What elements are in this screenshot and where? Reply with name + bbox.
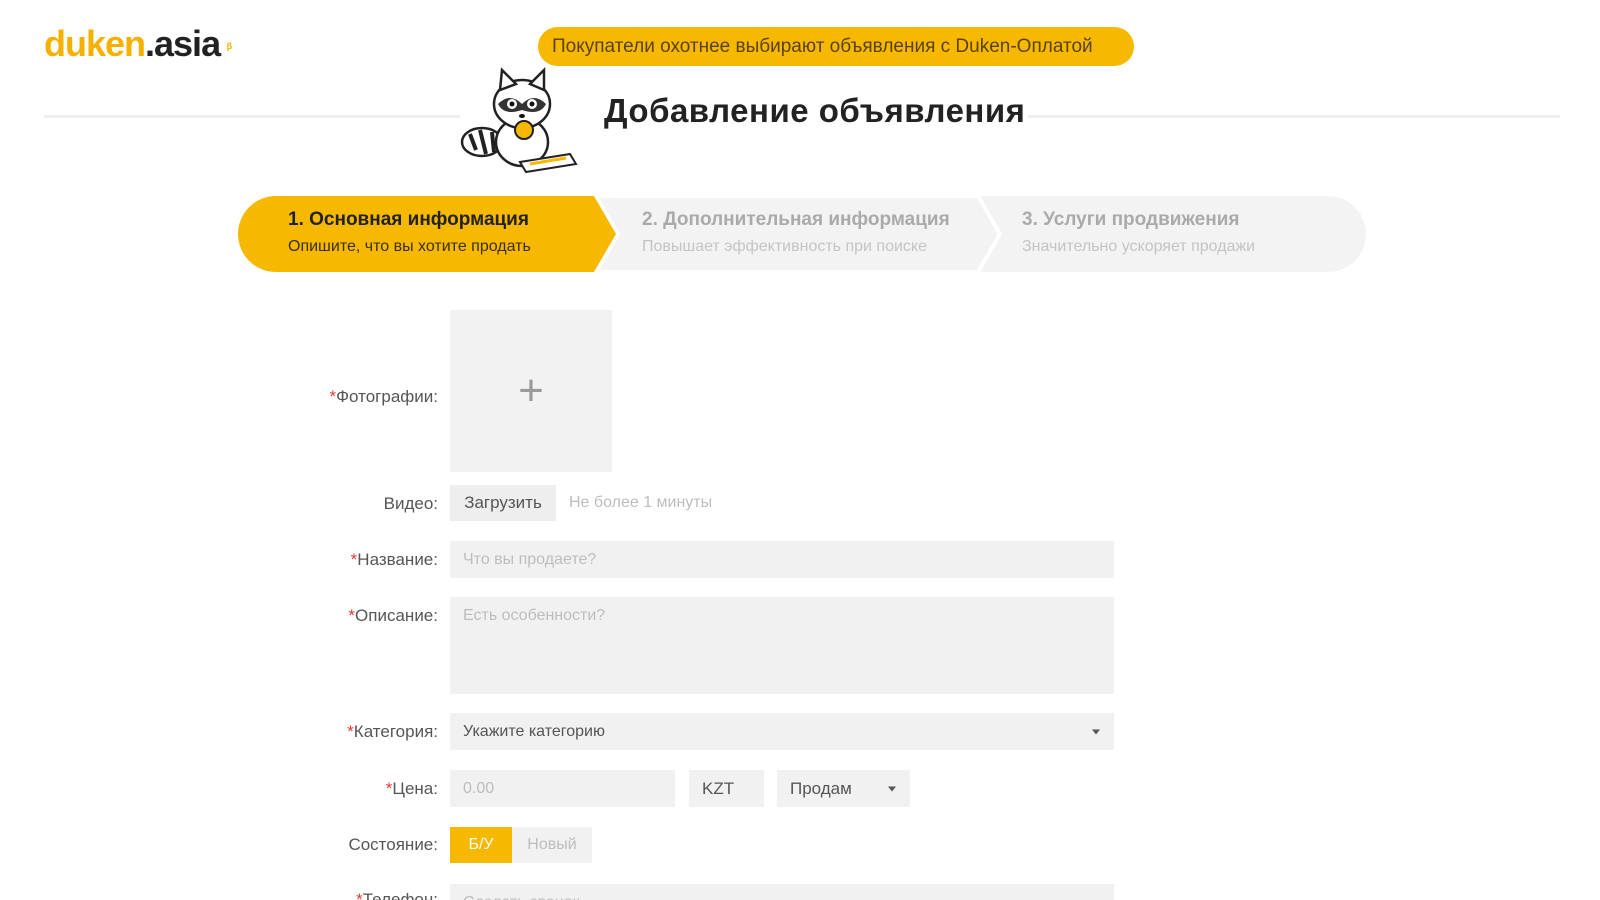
page-title: Добавление объявления	[604, 92, 1026, 129]
video-label: Видео:	[383, 494, 438, 513]
photos-label: *Фотографии:	[330, 387, 439, 407]
video-hint: Не более 1 минуты	[569, 494, 713, 511]
raccoon-mascot-icon	[460, 66, 578, 174]
description-label-text: Описание:	[355, 606, 438, 625]
currency-select[interactable]: KZT	[689, 770, 764, 807]
category-select[interactable]: Укажите категорию	[450, 713, 1114, 750]
category-select-value: Укажите категорию	[463, 722, 605, 740]
plus-icon: +	[518, 366, 544, 415]
photos-label-text: Фотографии:	[336, 387, 438, 406]
name-label-text: Название:	[357, 550, 438, 569]
step-subtitle: Значительно ускоряет продажи	[1022, 238, 1256, 255]
description-label: *Описание:	[348, 606, 438, 626]
price-label: *Цена:	[386, 779, 438, 799]
step-promotion-services[interactable]: 3. Услуги продвижения Значительно ускоря…	[1022, 208, 1255, 258]
upload-video-button[interactable]: Загрузить	[450, 485, 556, 521]
description-textarea[interactable]: Есть особенности?	[450, 597, 1114, 694]
promo-banner[interactable]: Покупатели охотнее выбирают объявления с…	[538, 27, 1134, 66]
price-label-text: Цена:	[392, 779, 438, 798]
logo-main: duken	[44, 23, 146, 64]
step-title: 1. Основная информация	[288, 209, 529, 230]
category-label-text: Категория:	[353, 722, 438, 741]
name-label: *Название:	[351, 550, 438, 570]
chevron-down-icon	[1092, 729, 1100, 734]
step-basic-info[interactable]: 1. Основная информация Опишите, что вы х…	[288, 208, 531, 258]
add-photo-button[interactable]: +	[450, 310, 612, 472]
header-divider-left	[44, 115, 460, 118]
header-divider-right	[1028, 115, 1560, 118]
step-subtitle: Повышает эффективность при поиске	[642, 238, 927, 255]
required-mark: *	[356, 890, 363, 900]
condition-label: Состояние:	[348, 835, 438, 854]
price-input[interactable]: 0.00	[450, 770, 675, 807]
phone-input[interactable]: Сделать звонок	[450, 884, 1114, 900]
page: duken.asia β Покупатели охотнее выбирают…	[0, 0, 1600, 900]
category-label: *Категория:	[347, 722, 438, 742]
logo-domain: .asia	[145, 23, 221, 64]
condition-new-toggle[interactable]: Новый	[512, 827, 592, 863]
title-input[interactable]: Что вы продаете?	[450, 541, 1114, 578]
step-additional-info[interactable]: 2. Дополнительная информация Повышает эф…	[642, 208, 950, 258]
step-subtitle: Опишите, что вы хотите продать	[288, 238, 531, 255]
step-title: 2. Дополнительная информация	[642, 209, 950, 230]
progress-stepper: 1. Основная информация Опишите, что вы х…	[238, 196, 1366, 272]
required-mark: *	[347, 722, 354, 741]
step-title: 3. Услуги продвижения	[1022, 209, 1240, 230]
logo-beta-badge: β	[226, 41, 233, 51]
phone-label: *Телефон:	[356, 890, 438, 900]
deal-type-select[interactable]: Продам	[777, 770, 910, 807]
logo[interactable]: duken.asia β	[44, 23, 232, 64]
condition-used-toggle[interactable]: Б/У	[450, 827, 512, 863]
chevron-down-icon	[888, 786, 896, 791]
phone-label-text: Телефон:	[362, 890, 438, 900]
deal-type-value: Продам	[790, 778, 852, 798]
